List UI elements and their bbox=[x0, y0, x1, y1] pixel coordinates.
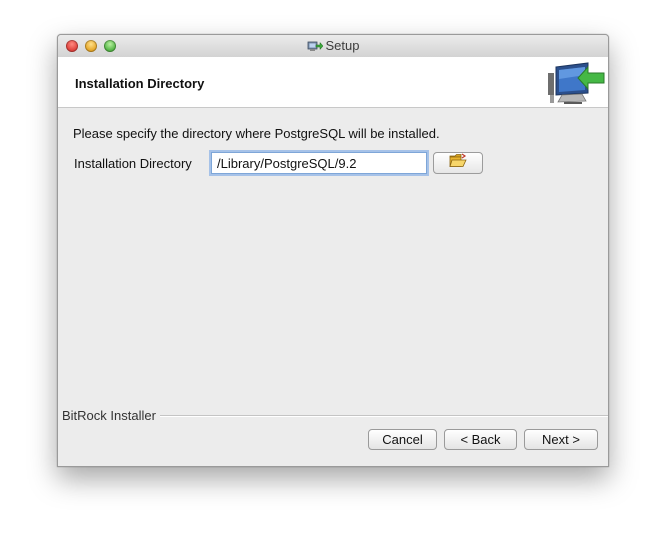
setup-app-icon bbox=[307, 39, 323, 55]
installation-directory-input[interactable] bbox=[211, 152, 427, 174]
window-title-group: Setup bbox=[58, 38, 608, 55]
cancel-button[interactable]: Cancel bbox=[368, 429, 437, 450]
instructions-text: Please specify the directory where Postg… bbox=[73, 126, 440, 141]
window-title: Setup bbox=[325, 38, 360, 53]
next-button[interactable]: Next > bbox=[524, 429, 598, 450]
page-title: Installation Directory bbox=[75, 76, 205, 91]
title-bar[interactable]: Setup bbox=[58, 35, 608, 58]
computer-install-arrow-icon bbox=[548, 61, 606, 110]
setup-window: Setup Installation Directory Please spec… bbox=[57, 34, 609, 467]
installer-brand-label: BitRock Installer bbox=[62, 408, 160, 423]
folder-icon bbox=[449, 153, 467, 173]
back-button[interactable]: < Back bbox=[444, 429, 517, 450]
browse-folder-button[interactable] bbox=[433, 152, 483, 174]
wizard-header: Installation Directory bbox=[58, 57, 608, 108]
installation-directory-label: Installation Directory bbox=[74, 156, 192, 171]
